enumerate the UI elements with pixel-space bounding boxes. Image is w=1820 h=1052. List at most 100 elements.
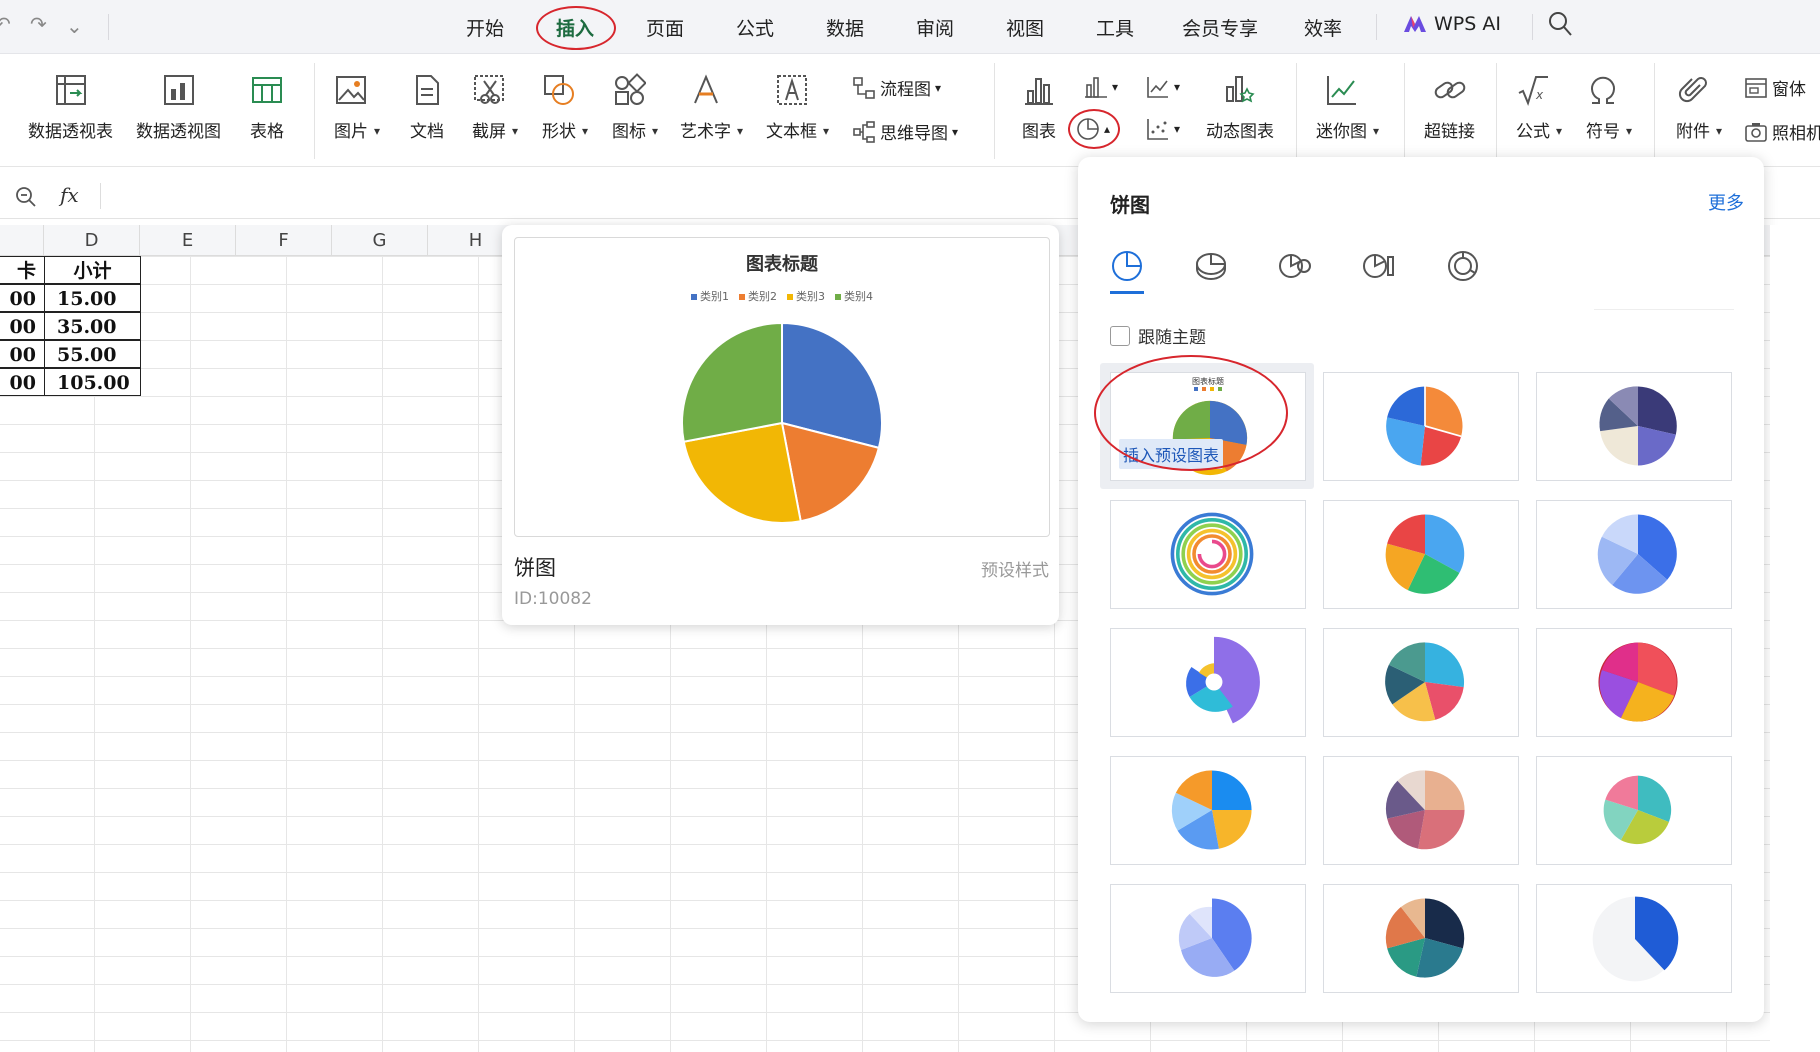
pie-chart-thumbnail [1171, 770, 1252, 850]
pie-style-thumbnail-11[interactable] [1323, 756, 1519, 865]
table-button[interactable]: 表格 [250, 73, 284, 142]
tab-efficiency[interactable]: 效率 [1304, 14, 1342, 41]
camera-label: 照相机 [1772, 124, 1820, 144]
column-header-c[interactable] [0, 225, 44, 256]
pie-style-thumbnail-6[interactable] [1536, 500, 1732, 609]
cell-d3[interactable]: 35.00 [44, 312, 141, 340]
cell-c1[interactable]: 卡 [0, 256, 45, 284]
pivot-chart-button[interactable]: 数据透视图 [136, 73, 221, 142]
cell-d2[interactable]: 15.00 [44, 284, 141, 312]
text-box-button[interactable]: 文本框 ▾ [766, 73, 829, 142]
vertical-scrollbar-area[interactable] [1770, 225, 1820, 1052]
pie-style-thumbnail-4[interactable] [1110, 500, 1306, 609]
attachment-button[interactable]: 附件 ▾ [1676, 73, 1722, 142]
tab-member[interactable]: 会员专享 [1182, 14, 1258, 41]
pie-of-pie-icon[interactable] [1278, 249, 1312, 283]
link-icon [1434, 81, 1465, 99]
mindmap-button[interactable]: 思维导图 ▾ [852, 119, 958, 144]
cell-d5[interactable]: 105.00 [44, 368, 141, 396]
line-chart-dropdown[interactable]: ▾ [1146, 75, 1180, 99]
rose-chart-thumbnail [1186, 636, 1260, 724]
cell-c3[interactable]: 00 [0, 312, 45, 340]
pie-style-thumbnail-3[interactable] [1536, 372, 1732, 481]
pie-chart-thumbnail [1385, 642, 1465, 722]
pie-style-thumbnail-9[interactable] [1536, 628, 1732, 737]
pie-chart-thumbnail [1385, 770, 1465, 850]
legend-label: 类别1 [700, 290, 729, 303]
fx-icon[interactable]: fx [60, 183, 79, 207]
preview-id: ID:10082 [514, 589, 592, 609]
tab-review[interactable]: 审阅 [916, 14, 954, 41]
search-icon[interactable] [1548, 10, 1574, 38]
symbol-label: 符号 [1586, 122, 1620, 142]
cell-c2[interactable]: 00 [0, 284, 45, 312]
undo-icon[interactable]: ↶ [0, 12, 11, 36]
flowchart-label: 流程图 [880, 80, 931, 100]
bar-of-pie-icon[interactable] [1362, 249, 1396, 283]
symbol-button[interactable]: 符号 ▾ [1586, 73, 1632, 142]
tab-data[interactable]: 数据 [826, 14, 864, 41]
checkbox-box [1110, 325, 1130, 346]
flowchart-button[interactable]: 流程图 ▾ [852, 75, 941, 100]
document-button[interactable]: 文档 [410, 73, 444, 142]
pie-3d-icon[interactable] [1194, 249, 1228, 283]
pivot-table-button[interactable]: 数据透视表 [28, 73, 113, 142]
chevron-down-icon: ▾ [736, 124, 743, 138]
more-link[interactable]: 更多 [1708, 189, 1744, 215]
wps-ai-button[interactable]: WPS AI [1402, 13, 1501, 35]
art-text-button[interactable]: 艺术字 ▾ [680, 73, 743, 142]
cell-d1[interactable]: 小计 [44, 256, 141, 284]
screenshot-button[interactable]: 截屏 ▾ [472, 73, 518, 142]
pie-style-thumbnail-2[interactable] [1323, 372, 1519, 481]
pie-style-thumbnail-12[interactable] [1536, 756, 1732, 865]
pie-chart-thumbnail [1385, 514, 1465, 594]
camera-button[interactable]: 照相机 [1744, 119, 1820, 144]
document-label: 文档 [410, 122, 444, 142]
pie-style-thumbnail-7[interactable] [1110, 628, 1306, 737]
column-header-d[interactable]: D [44, 225, 140, 256]
zoom-icon[interactable] [14, 185, 38, 209]
hyperlink-button[interactable]: 超链接 [1424, 73, 1475, 142]
shape-button[interactable]: 形状 ▾ [542, 73, 588, 142]
chart-preview-card: 图表标题 类别1 类别2 类别3 类别4 饼图 预设样式 ID:10082 [502, 225, 1059, 625]
window-form-button[interactable]: 窗体 [1744, 75, 1806, 100]
doughnut-icon[interactable] [1446, 249, 1480, 283]
tab-home[interactable]: 开始 [466, 14, 504, 41]
chevron-down-icon: ▾ [952, 124, 959, 139]
icon-button[interactable]: 图标 ▾ [612, 73, 658, 142]
pie-style-thumbnail-10[interactable] [1110, 756, 1306, 865]
column-header-e[interactable]: E [140, 225, 236, 256]
formula-input[interactable] [104, 177, 1064, 215]
omega-icon [1591, 76, 1615, 104]
sparkline-button[interactable]: 迷你图 ▾ [1316, 73, 1379, 142]
chevron-down-icon[interactable]: ⌄ [66, 14, 83, 38]
paperclip-icon [1678, 77, 1707, 103]
cell-d4[interactable]: 55.00 [44, 340, 141, 368]
tab-formula[interactable]: 公式 [736, 14, 774, 41]
divider [1296, 63, 1297, 159]
pie-style-thumbnail-15[interactable] [1536, 884, 1732, 993]
pie-style-thumbnail-14[interactable] [1323, 884, 1519, 993]
column-header-f[interactable]: F [236, 225, 332, 256]
legend-label: 类别3 [796, 290, 825, 303]
chart-button[interactable]: 图表 [1022, 73, 1056, 142]
tab-view[interactable]: 视图 [1006, 14, 1044, 41]
ribbon: 数据透视表 数据透视图 表格 图片 ▾ 文档 截屏 ▾ 形状 ▾ 图标 ▾ 艺术字 ▾ 文… [0, 55, 1820, 167]
dynamic-chart-button[interactable]: 动态图表 [1206, 73, 1274, 142]
scatter-chart-dropdown[interactable]: ▾ [1146, 117, 1180, 141]
cell-c4[interactable]: 00 [0, 340, 45, 368]
column-header-g[interactable]: G [332, 225, 428, 256]
tab-tools[interactable]: 工具 [1096, 14, 1134, 41]
follow-theme-checkbox[interactable]: 跟随主题 [1110, 323, 1206, 348]
pie-style-thumbnail-5[interactable] [1323, 500, 1519, 609]
picture-button[interactable]: 图片 ▾ [334, 73, 380, 142]
column-chart-dropdown[interactable]: ▾ [1084, 75, 1118, 99]
cell-c5[interactable]: 00 [0, 368, 45, 396]
pie-style-thumbnail-13[interactable] [1110, 884, 1306, 993]
pie-style-thumbnail-8[interactable] [1323, 628, 1519, 737]
shape-icon [544, 75, 574, 105]
tab-page[interactable]: 页面 [646, 14, 684, 41]
subtype-pie-tab[interactable] [1110, 249, 1146, 297]
redo-icon[interactable]: ↷ [30, 12, 47, 36]
formula-button[interactable]: x 公式 ▾ [1516, 73, 1562, 142]
